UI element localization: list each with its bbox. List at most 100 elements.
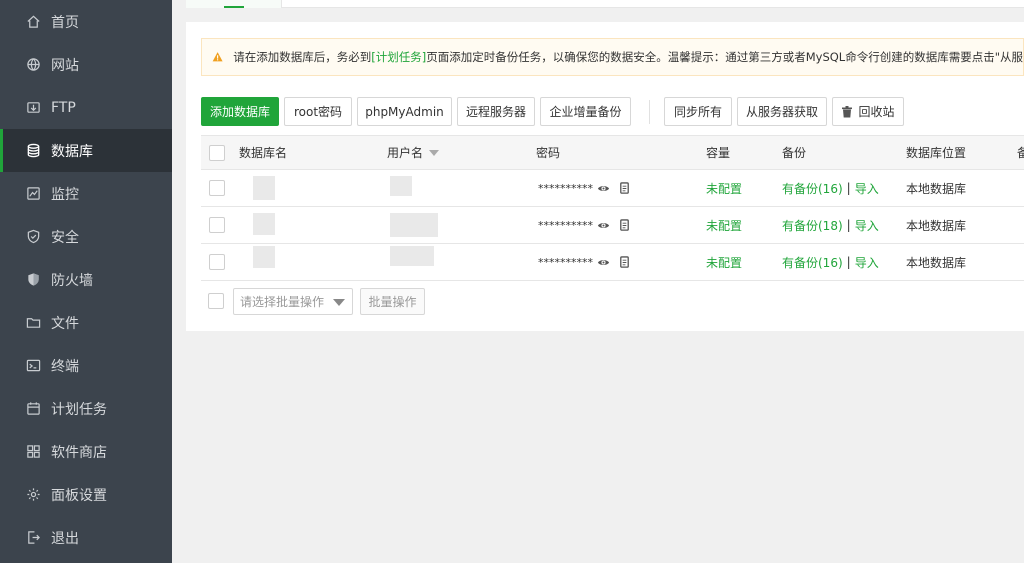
sidebar-item-security[interactable]: 安全 [0,215,172,258]
home-icon [25,14,41,30]
globe-icon [25,57,41,73]
remote-server-button[interactable]: 远程服务器 [457,97,535,126]
folder-icon [25,315,41,331]
sidebar-item-files[interactable]: 文件 [0,301,172,344]
notice-banner: 请在添加数据库后，务必到 [计划任务] 页面添加定时备份任务，以确保您的数据安全。温… [201,38,1024,76]
sidebar-item-app-store[interactable]: 软件商店 [0,430,172,473]
capacity-status[interactable]: 未配置 [706,244,742,280]
row-checkbox[interactable] [209,180,225,196]
logout-icon [25,530,41,546]
sidebar-item-label: 退出 [51,530,79,547]
location-value: 本地数据库 [906,255,967,270]
sidebar: 首页 网站 FTP 数据库 监控 安全 防火墙 文件 终端 计划任务 软件商店 [0,0,172,563]
sync-all-button[interactable]: 同步所有 [664,97,732,126]
location-value: 本地数据库 [906,181,967,196]
sidebar-item-cron[interactable]: 计划任务 [0,387,172,430]
header-password: 密码 [536,146,561,160]
redacted-db-name [253,176,275,200]
eye-icon[interactable] [597,182,610,195]
sidebar-item-label: 防火墙 [51,272,93,289]
table-row: ********** 未配置 有备份(16) | 导入 本地数据库 [201,244,1024,281]
recycle-bin-button[interactable]: 回收站 [832,97,904,126]
copy-icon[interactable] [618,181,631,195]
sidebar-item-firewall[interactable]: 防火墙 [0,258,172,301]
phpmyadmin-button[interactable]: phpMyAdmin [357,97,452,126]
sidebar-item-label: FTP [51,99,76,116]
batch-action-select[interactable]: 请选择批量操作 [233,288,353,315]
sidebar-item-label: 软件商店 [51,444,107,461]
select-all-checkbox[interactable] [209,144,225,161]
sidebar-item-label: 计划任务 [51,401,107,418]
sidebar-item-label: 监控 [51,186,79,203]
redacted-db-name [253,246,275,268]
redacted-username [390,213,438,237]
batch-select-all-checkbox[interactable] [208,293,224,309]
header-backup: 备份 [782,146,807,160]
sidebar-item-label: 安全 [51,229,79,246]
eye-icon[interactable] [597,219,610,232]
recycle-bin-label: 回收站 [858,105,895,119]
table-header: 数据库名 用户名 密码 容量 备份 数据库位置 备 [201,136,1024,170]
separator: | [846,181,851,195]
capacity-status[interactable]: 未配置 [706,207,742,243]
sidebar-item-settings[interactable]: 面板设置 [0,473,172,516]
copy-icon[interactable] [618,218,631,232]
backup-link[interactable]: 有备份(16) [782,180,843,197]
sidebar-item-label: 文件 [51,315,79,332]
monitor-icon [25,186,41,202]
calendar-icon [25,401,41,417]
active-tab-indicator [224,6,244,8]
firewall-icon [25,272,41,288]
copy-icon[interactable] [618,255,631,269]
notice-text-before: 请在添加数据库后，务必到 [233,50,372,64]
header-capacity: 容量 [706,146,731,160]
backup-link[interactable]: 有备份(16) [782,254,843,271]
shield-icon [25,229,41,245]
row-checkbox[interactable] [209,217,225,233]
add-database-button[interactable]: 添加数据库 [201,97,279,126]
ftp-icon [25,100,41,116]
fetch-from-server-button[interactable]: 从服务器获取 [737,97,827,126]
notice-text-after: 页面添加定时备份任务，以确保您的数据安全。温馨提示：通过第三方或者MySQL命令… [426,50,1023,64]
sidebar-item-label: 面板设置 [51,487,107,504]
sidebar-item-monitor[interactable]: 监控 [0,172,172,215]
database-icon [25,143,41,159]
import-link[interactable]: 导入 [855,254,879,271]
batch-action-button[interactable]: 批量操作 [360,288,425,315]
capacity-status[interactable]: 未配置 [706,170,742,206]
sidebar-item-terminal[interactable]: 终端 [0,344,172,387]
eye-icon[interactable] [597,256,610,269]
batch-select-placeholder: 请选择批量操作 [240,295,325,309]
separator: | [846,218,851,232]
row-checkbox[interactable] [209,254,225,270]
header-db-name[interactable]: 数据库名 [239,136,287,169]
sidebar-item-database[interactable]: 数据库 [0,129,172,172]
location-value: 本地数据库 [906,218,967,233]
import-link[interactable]: 导入 [855,180,879,197]
redacted-db-name [253,213,275,235]
separator: | [846,255,851,269]
import-link[interactable]: 导入 [855,217,879,234]
header-location: 数据库位置 [906,146,967,160]
sidebar-item-label: 数据库 [51,143,93,160]
redacted-username [390,176,412,196]
database-table: 数据库名 用户名 密码 容量 备份 数据库位置 备 ********** 未配置… [201,135,1024,281]
database-panel: 请在添加数据库后，务必到 [计划任务] 页面添加定时备份任务，以确保您的数据安全。温… [186,22,1024,331]
sidebar-item-website[interactable]: 网站 [0,43,172,86]
sidebar-item-home[interactable]: 首页 [0,0,172,43]
cron-link[interactable]: [计划任务] [371,49,426,65]
root-password-button[interactable]: root密码 [284,97,352,126]
password-mask: ********** [538,218,593,232]
enterprise-backup-button[interactable]: 企业增量备份 [540,97,631,126]
redacted-username [390,246,434,266]
sidebar-item-logout[interactable]: 退出 [0,516,172,559]
backup-link[interactable]: 有备份(18) [782,217,843,234]
terminal-icon [25,358,41,374]
header-username[interactable]: 用户名 [387,136,440,169]
top-tab-bar [186,0,1024,8]
sidebar-item-ftp[interactable]: FTP [0,86,172,129]
sidebar-item-label: 网站 [51,57,79,74]
password-mask: ********** [538,255,593,269]
sidebar-item-label: 首页 [51,14,79,31]
gear-icon [25,487,41,503]
